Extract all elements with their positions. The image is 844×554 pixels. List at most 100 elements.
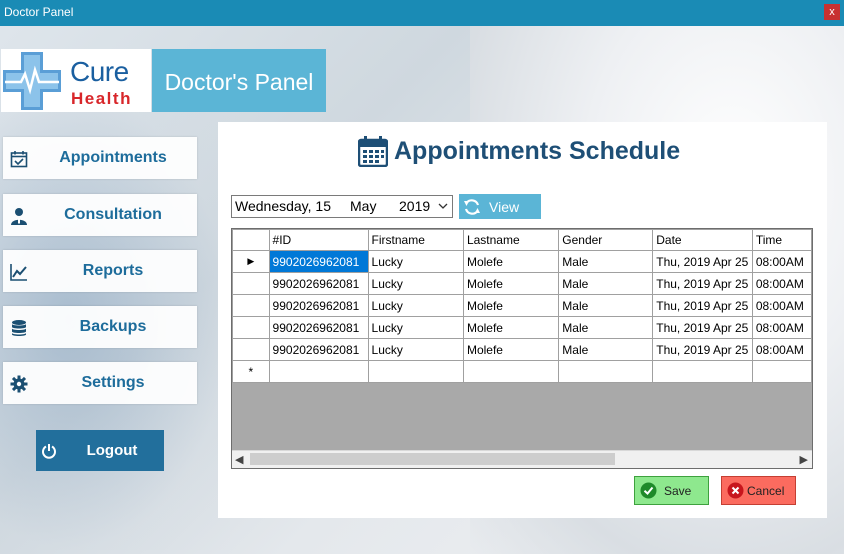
doctor-panel-window: Doctor Panel x Cure Health Doctor's Pane… [0, 0, 844, 554]
new-row-cell[interactable] [268, 360, 369, 383]
table-cell-time[interactable]: 08:00AM [751, 294, 812, 317]
power-icon [42, 444, 56, 459]
nav-settings-label: Settings [81, 374, 145, 391]
new-row-cell[interactable] [462, 360, 560, 383]
new-row-cell[interactable] [652, 360, 753, 383]
table-cell-date[interactable]: Thu, 2019 Apr 25 [652, 316, 753, 339]
calendar-icon [358, 136, 388, 167]
check-circle-icon [640, 482, 657, 499]
table-row[interactable]: 9902026962081 Lucky Molefe Male Thu, 201… [232, 316, 812, 339]
table-cell-id[interactable]: 9902026962081 [268, 338, 369, 361]
column-header-firstname[interactable]: Firstname [367, 229, 464, 251]
table-cell-date[interactable]: Thu, 2019 Apr 25 [652, 294, 753, 317]
table-cell-firstname[interactable]: Lucky [367, 294, 464, 317]
row-header[interactable] [232, 316, 270, 339]
column-header-time[interactable]: Time [751, 229, 812, 251]
appointments-panel: Appointments Schedule Wednesday, 15 May … [218, 122, 827, 518]
nav-appointments-button[interactable]: Appointments [3, 137, 197, 179]
new-row-cell[interactable] [751, 360, 812, 383]
table-row[interactable]: 9902026962081 Lucky Molefe Male Thu, 201… [232, 272, 812, 295]
window-title: Doctor Panel [4, 5, 74, 19]
table-cell-lastname[interactable]: Molefe [462, 250, 560, 273]
column-header-lastname[interactable]: Lastname [462, 229, 560, 251]
table-cell-time[interactable]: 08:00AM [751, 316, 812, 339]
new-row[interactable]: * [232, 360, 812, 383]
column-header-id[interactable]: #ID [268, 229, 369, 251]
table-row[interactable]: 9902026962081 Lucky Molefe Male Thu, 201… [232, 338, 812, 361]
table-cell-date[interactable]: Thu, 2019 Apr 25 [652, 250, 753, 273]
cancel-button[interactable]: Cancel [721, 476, 796, 505]
appointments-grid[interactable]: #ID Firstname Lastname Gender Date Time … [231, 228, 813, 469]
table-cell-lastname[interactable]: Molefe [462, 338, 560, 361]
date-month[interactable]: May [350, 198, 376, 214]
user-doctor-icon [11, 208, 27, 225]
logo-text-health: Health [71, 89, 132, 108]
table-row[interactable]: ▶ 9902026962081 Lucky Molefe Male Thu, 2… [232, 250, 812, 273]
nav-reports-button[interactable]: Reports [3, 250, 197, 292]
row-header[interactable] [232, 338, 270, 361]
current-row-marker[interactable]: ▶ [232, 250, 270, 273]
doctors-panel-header: Doctor's Panel [152, 49, 326, 112]
date-day[interactable]: Wednesday, 15 [235, 198, 331, 214]
nav-appointments-label: Appointments [59, 149, 167, 166]
table-row[interactable]: 9902026962081 Lucky Molefe Male Thu, 201… [232, 294, 812, 317]
refresh-icon [464, 199, 480, 215]
table-cell-gender[interactable]: Male [558, 250, 654, 273]
row-header[interactable] [232, 294, 270, 317]
cure-health-logo: Cure Health [1, 49, 151, 112]
new-row-cell[interactable] [367, 360, 464, 383]
view-button-label: View [489, 199, 520, 215]
table-cell-id[interactable]: 9902026962081 [268, 316, 369, 339]
line-chart-icon [10, 264, 27, 281]
table-cell-lastname[interactable]: Molefe [462, 272, 560, 295]
table-cell-id[interactable]: 9902026962081 [268, 272, 369, 295]
logout-label: Logout [86, 442, 138, 459]
nav-backups-button[interactable]: Backups [3, 306, 197, 348]
chevron-down-icon[interactable] [436, 199, 450, 213]
new-row-cell[interactable] [558, 360, 654, 383]
table-cell-time[interactable]: 08:00AM [751, 272, 812, 295]
scrollbar-thumb[interactable] [250, 453, 615, 465]
table-cell-gender[interactable]: Male [558, 338, 654, 361]
table-cell-firstname[interactable]: Lucky [367, 272, 464, 295]
horizontal-scrollbar[interactable]: ◀ ▶ [232, 450, 812, 468]
page-title: Appointments Schedule [356, 134, 716, 170]
table-cell-firstname[interactable]: Lucky [367, 316, 464, 339]
table-cell-gender[interactable]: Male [558, 272, 654, 295]
table-cell-id[interactable]: 9902026962081 [268, 294, 369, 317]
table-cell-firstname[interactable]: Lucky [367, 250, 464, 273]
close-button[interactable]: x [824, 4, 840, 20]
table-cell-time[interactable]: 08:00AM [751, 250, 812, 273]
column-header-gender[interactable]: Gender [558, 229, 654, 251]
appointments-table: #ID Firstname Lastname Gender Date Time … [232, 229, 812, 383]
calendar-check-icon [10, 151, 28, 168]
save-button-label: Save [664, 484, 692, 498]
table-cell-gender[interactable]: Male [558, 316, 654, 339]
column-header-date[interactable]: Date [652, 229, 753, 251]
table-cell-id[interactable]: 9902026962081 [268, 250, 369, 273]
new-row-marker[interactable]: * [232, 360, 270, 383]
row-header[interactable] [232, 272, 270, 295]
gear-icon [10, 375, 28, 393]
table-cell-firstname[interactable]: Lucky [367, 338, 464, 361]
x-circle-icon [727, 482, 744, 499]
logout-button[interactable]: Logout [36, 430, 164, 471]
medical-cross-heartbeat-icon [3, 52, 61, 110]
table-cell-date[interactable]: Thu, 2019 Apr 25 [652, 338, 753, 361]
appointment-date-picker[interactable]: Wednesday, 15 May 2019 [231, 195, 453, 218]
nav-consultation-button[interactable]: Consultation [3, 194, 197, 236]
table-cell-gender[interactable]: Male [558, 294, 654, 317]
table-header-row: #ID Firstname Lastname Gender Date Time [232, 229, 812, 251]
view-button[interactable]: View [459, 194, 541, 219]
table-cell-date[interactable]: Thu, 2019 Apr 25 [652, 272, 753, 295]
date-year[interactable]: 2019 [399, 198, 430, 214]
scroll-right-arrow-icon[interactable]: ▶ [800, 453, 808, 466]
nav-consultation-label: Consultation [64, 206, 162, 223]
save-button[interactable]: Save [634, 476, 709, 505]
table-cell-lastname[interactable]: Molefe [462, 316, 560, 339]
table-cell-lastname[interactable]: Molefe [462, 294, 560, 317]
row-header-corner [232, 229, 270, 251]
table-cell-time[interactable]: 08:00AM [751, 338, 812, 361]
scroll-left-arrow-icon[interactable]: ◀ [235, 453, 243, 466]
nav-settings-button[interactable]: Settings [3, 362, 197, 404]
